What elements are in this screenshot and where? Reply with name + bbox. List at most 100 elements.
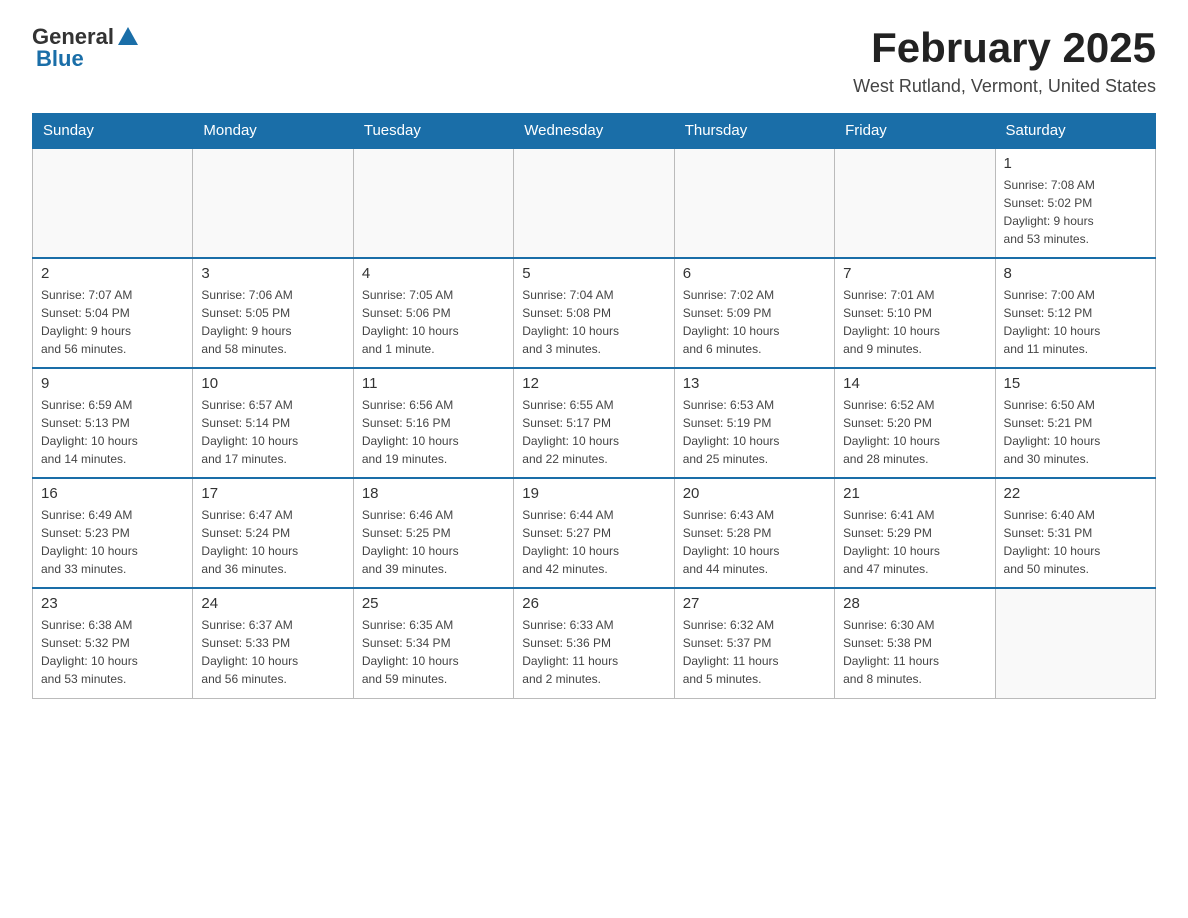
calendar-cell: 3 Sunrise: 7:06 AMSunset: 5:05 PMDaylight… [193, 258, 353, 368]
calendar-cell: 12 Sunrise: 6:55 AMSunset: 5:17 PMDayligh… [514, 368, 674, 478]
calendar-week-row: 2 Sunrise: 7:07 AMSunset: 5:04 PMDaylight… [33, 258, 1156, 368]
day-number: 7 [843, 265, 986, 282]
day-number: 15 [1004, 375, 1147, 392]
day-info: Sunrise: 7:08 AMSunset: 5:02 PMDaylight:… [1004, 176, 1147, 248]
calendar-cell: 18 Sunrise: 6:46 AMSunset: 5:25 PMDayligh… [353, 478, 513, 588]
day-info: Sunrise: 6:57 AMSunset: 5:14 PMDaylight:… [201, 396, 344, 468]
day-number: 10 [201, 375, 344, 392]
month-title: February 2025 [853, 24, 1156, 72]
day-number: 17 [201, 485, 344, 502]
calendar-cell [674, 148, 834, 258]
calendar-header-friday: Friday [835, 114, 995, 149]
title-section: February 2025 West Rutland, Vermont, Uni… [853, 24, 1156, 97]
calendar-cell: 8Sunrise: 7:00 AMSunset: 5:12 PMDaylight… [995, 258, 1155, 368]
day-info: Sunrise: 6:46 AMSunset: 5:25 PMDaylight:… [362, 506, 505, 578]
calendar-cell: 28 Sunrise: 6:30 AMSunset: 5:38 PMDayligh… [835, 588, 995, 698]
calendar-cell: 11 Sunrise: 6:56 AMSunset: 5:16 PMDayligh… [353, 368, 513, 478]
day-number: 6 [683, 265, 826, 282]
day-number: 18 [362, 485, 505, 502]
day-number: 16 [41, 485, 184, 502]
day-number: 23 [41, 595, 184, 612]
calendar-cell [514, 148, 674, 258]
day-number: 12 [522, 375, 665, 392]
day-info: Sunrise: 7:06 AMSunset: 5:05 PMDaylight:… [201, 286, 344, 358]
day-number: 1 [1004, 155, 1147, 172]
day-number: 21 [843, 485, 986, 502]
calendar-header-tuesday: Tuesday [353, 114, 513, 149]
calendar-cell: 17 Sunrise: 6:47 AMSunset: 5:24 PMDayligh… [193, 478, 353, 588]
calendar-cell: 6 Sunrise: 7:02 AMSunset: 5:09 PMDaylight… [674, 258, 834, 368]
calendar-week-row: 23 Sunrise: 6:38 AMSunset: 5:32 PMDayligh… [33, 588, 1156, 698]
day-info: Sunrise: 6:53 AMSunset: 5:19 PMDaylight:… [683, 396, 826, 468]
day-info: Sunrise: 7:02 AMSunset: 5:09 PMDaylight:… [683, 286, 826, 358]
day-number: 28 [843, 595, 986, 612]
calendar-header-row: SundayMondayTuesdayWednesdayThursdayFrid… [33, 114, 1156, 149]
calendar-cell [353, 148, 513, 258]
calendar-week-row: 9 Sunrise: 6:59 AMSunset: 5:13 PMDaylight… [33, 368, 1156, 478]
day-info: Sunrise: 6:52 AMSunset: 5:20 PMDaylight:… [843, 396, 986, 468]
day-info: Sunrise: 6:55 AMSunset: 5:17 PMDaylight:… [522, 396, 665, 468]
calendar-week-row: 16Sunrise: 6:49 AMSunset: 5:23 PMDayligh… [33, 478, 1156, 588]
calendar-cell: 2 Sunrise: 7:07 AMSunset: 5:04 PMDaylight… [33, 258, 193, 368]
calendar-cell: 26Sunrise: 6:33 AMSunset: 5:36 PMDayligh… [514, 588, 674, 698]
day-number: 26 [522, 595, 665, 612]
calendar-cell: 4 Sunrise: 7:05 AMSunset: 5:06 PMDaylight… [353, 258, 513, 368]
day-number: 4 [362, 265, 505, 282]
day-info: Sunrise: 6:47 AMSunset: 5:24 PMDaylight:… [201, 506, 344, 578]
calendar-cell: 15 Sunrise: 6:50 AMSunset: 5:21 PMDayligh… [995, 368, 1155, 478]
day-info: Sunrise: 7:07 AMSunset: 5:04 PMDaylight:… [41, 286, 184, 358]
day-number: 2 [41, 265, 184, 282]
calendar-cell: 20 Sunrise: 6:43 AMSunset: 5:28 PMDayligh… [674, 478, 834, 588]
day-number: 19 [522, 485, 665, 502]
calendar-cell: 22 Sunrise: 6:40 AMSunset: 5:31 PMDayligh… [995, 478, 1155, 588]
calendar-cell [995, 588, 1155, 698]
calendar-cell: 16Sunrise: 6:49 AMSunset: 5:23 PMDayligh… [33, 478, 193, 588]
day-number: 27 [683, 595, 826, 612]
day-info: Sunrise: 6:38 AMSunset: 5:32 PMDaylight:… [41, 616, 184, 688]
day-number: 9 [41, 375, 184, 392]
day-info: Sunrise: 6:41 AMSunset: 5:29 PMDaylight:… [843, 506, 986, 578]
location-title: West Rutland, Vermont, United States [853, 76, 1156, 97]
day-number: 20 [683, 485, 826, 502]
day-info: Sunrise: 6:50 AMSunset: 5:21 PMDaylight:… [1004, 396, 1147, 468]
calendar-header-sunday: Sunday [33, 114, 193, 149]
calendar-header-monday: Monday [193, 114, 353, 149]
day-info: Sunrise: 6:37 AMSunset: 5:33 PMDaylight:… [201, 616, 344, 688]
logo-blue-label: Blue [32, 46, 84, 72]
calendar-cell: 5 Sunrise: 7:04 AMSunset: 5:08 PMDaylight… [514, 258, 674, 368]
day-info: Sunrise: 6:35 AMSunset: 5:34 PMDaylight:… [362, 616, 505, 688]
calendar-cell: 9 Sunrise: 6:59 AMSunset: 5:13 PMDaylight… [33, 368, 193, 478]
logo-triangle-icon [118, 27, 138, 45]
day-number: 25 [362, 595, 505, 612]
day-info: Sunrise: 7:01 AMSunset: 5:10 PMDaylight:… [843, 286, 986, 358]
day-number: 24 [201, 595, 344, 612]
calendar-cell: 1 Sunrise: 7:08 AMSunset: 5:02 PMDaylight… [995, 148, 1155, 258]
calendar-cell: 24 Sunrise: 6:37 AMSunset: 5:33 PMDayligh… [193, 588, 353, 698]
day-info: Sunrise: 7:04 AMSunset: 5:08 PMDaylight:… [522, 286, 665, 358]
day-number: 11 [362, 375, 505, 392]
day-info: Sunrise: 6:40 AMSunset: 5:31 PMDaylight:… [1004, 506, 1147, 578]
day-number: 8 [1004, 265, 1147, 282]
calendar-cell: 19 Sunrise: 6:44 AMSunset: 5:27 PMDayligh… [514, 478, 674, 588]
calendar-week-row: 1 Sunrise: 7:08 AMSunset: 5:02 PMDaylight… [33, 148, 1156, 258]
day-number: 22 [1004, 485, 1147, 502]
day-info: Sunrise: 6:43 AMSunset: 5:28 PMDaylight:… [683, 506, 826, 578]
calendar-header-saturday: Saturday [995, 114, 1155, 149]
day-info: Sunrise: 6:59 AMSunset: 5:13 PMDaylight:… [41, 396, 184, 468]
day-info: Sunrise: 6:30 AMSunset: 5:38 PMDaylight:… [843, 616, 986, 688]
calendar-cell: 25 Sunrise: 6:35 AMSunset: 5:34 PMDayligh… [353, 588, 513, 698]
calendar-cell: 14Sunrise: 6:52 AMSunset: 5:20 PMDayligh… [835, 368, 995, 478]
calendar-cell: 13Sunrise: 6:53 AMSunset: 5:19 PMDayligh… [674, 368, 834, 478]
day-number: 5 [522, 265, 665, 282]
calendar-cell [193, 148, 353, 258]
day-info: Sunrise: 6:44 AMSunset: 5:27 PMDaylight:… [522, 506, 665, 578]
day-info: Sunrise: 7:05 AMSunset: 5:06 PMDaylight:… [362, 286, 505, 358]
calendar-cell [33, 148, 193, 258]
page-header: General Blue February 2025 West Rutland,… [32, 24, 1156, 97]
calendar-cell: 7 Sunrise: 7:01 AMSunset: 5:10 PMDaylight… [835, 258, 995, 368]
day-info: Sunrise: 6:56 AMSunset: 5:16 PMDaylight:… [362, 396, 505, 468]
calendar-cell: 21 Sunrise: 6:41 AMSunset: 5:29 PMDayligh… [835, 478, 995, 588]
day-number: 3 [201, 265, 344, 282]
calendar-cell [835, 148, 995, 258]
calendar-cell: 10 Sunrise: 6:57 AMSunset: 5:14 PMDayligh… [193, 368, 353, 478]
